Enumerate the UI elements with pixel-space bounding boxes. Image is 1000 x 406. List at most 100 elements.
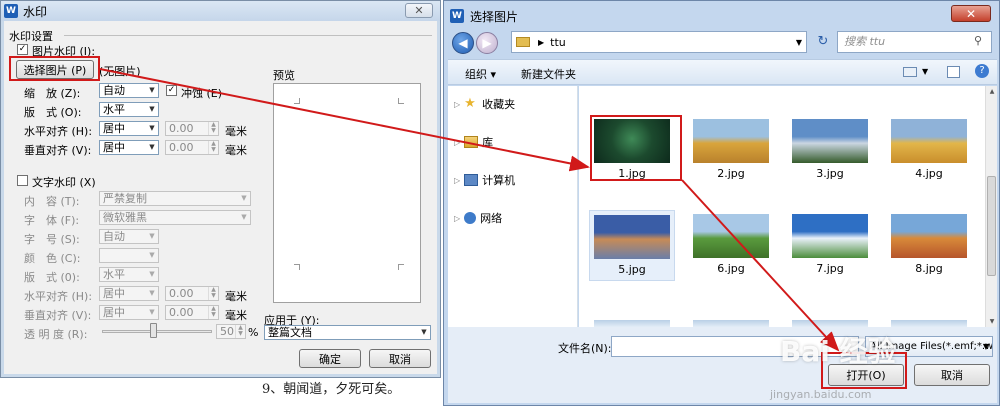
preview-corner-mark [398, 98, 404, 104]
file-item[interactable]: 6.jpg [688, 214, 774, 275]
text-h-align-label: 水平对齐 (H): [24, 290, 93, 303]
picture-watermark-checkbox[interactable]: ✓ [17, 44, 28, 55]
h-offset-spinner[interactable]: 0.00 ▲ ▼ [165, 121, 219, 136]
chevron-down-icon: ▼ [149, 232, 155, 240]
chevron-down-icon: ▼ [149, 143, 155, 151]
file-dialog-close-button[interactable]: ✕ [951, 5, 991, 22]
v-align-select[interactable]: 居中 ▼ [99, 140, 159, 155]
file-name: 3.jpg [816, 167, 844, 180]
image-thumbnail [693, 214, 769, 258]
watermark-close-button[interactable]: ✕ [405, 3, 433, 18]
preview-pane-icon[interactable] [947, 66, 960, 78]
chevron-down-icon: ▼ [149, 124, 155, 132]
computer-icon [464, 174, 479, 186]
scale-select[interactable]: 自动 ▼ [99, 83, 159, 98]
file-thumbnail-partial[interactable] [792, 320, 868, 327]
v-align-label: 垂直对齐 (V): [24, 144, 92, 157]
scrollbar-thumb[interactable] [987, 176, 996, 276]
chevron-down-icon: ▼ [241, 194, 247, 202]
file-list-scrollbar[interactable]: ▲ ▼ [985, 86, 997, 327]
address-dropdown-icon[interactable]: ▼ [796, 38, 802, 47]
expand-arrow-icon[interactable]: ▷ [454, 100, 460, 109]
font-label: 字 体 (F): [24, 214, 80, 227]
content-select[interactable]: 严禁复制 ▼ [99, 191, 251, 206]
transparency-slider-track[interactable] [102, 330, 212, 333]
chevron-down-icon[interactable]: ▼ [922, 67, 928, 76]
ok-button[interactable]: 确定 [299, 349, 361, 368]
spinner-arrows-icon: ▲ ▼ [208, 122, 218, 135]
navigation-pane: ▷ ★ 收藏夹 ▷ 库 ▷ 计算机 ▷ 网络 [448, 86, 578, 327]
file-item[interactable]: 5.jpg [589, 210, 675, 281]
h-offset-unit: 毫米 [225, 125, 247, 138]
chevron-down-icon: ▼ [149, 270, 155, 278]
chevron-down-icon: ▼ [241, 213, 247, 221]
organize-menu[interactable]: 组织 ▾ [465, 66, 496, 82]
refresh-icon[interactable]: ↻ [813, 34, 833, 51]
nav-favorites[interactable]: ▷ ★ 收藏夹 [454, 96, 515, 112]
nav-network[interactable]: ▷ 网络 [454, 210, 502, 226]
h-align-select[interactable]: 居中 ▼ [99, 121, 159, 136]
nav-computer-label: 计算机 [482, 174, 516, 187]
nav-libraries[interactable]: ▷ 库 [454, 134, 493, 150]
transparency-slider-handle[interactable] [150, 323, 157, 338]
layout-label: 版 式 (O): [24, 106, 82, 119]
file-item[interactable]: 2.jpg [688, 119, 774, 180]
size-select[interactable]: 自动 ▼ [99, 229, 159, 244]
file-thumbnail-partial[interactable] [891, 320, 967, 327]
h-align-value: 居中 [103, 122, 125, 135]
apply-to-select[interactable]: 整篇文档 ▼ [264, 325, 431, 340]
layout-select[interactable]: 水平 ▼ [99, 102, 159, 117]
font-select[interactable]: 微软雅黑 ▼ [99, 210, 251, 225]
text-watermark-checkbox[interactable] [17, 175, 28, 186]
scroll-down-icon[interactable]: ▼ [986, 318, 998, 325]
image-thumbnail [792, 119, 868, 163]
washout-checkbox[interactable]: ✓ [166, 85, 177, 96]
color-select[interactable]: ▼ [99, 248, 159, 263]
text-h-align-value: 居中 [103, 287, 125, 300]
expand-arrow-icon[interactable]: ▷ [454, 214, 460, 223]
file-thumbnail-partial[interactable] [594, 320, 670, 327]
search-icon[interactable]: ⚲ [974, 34, 982, 47]
text-layout-select[interactable]: 水平 ▼ [99, 267, 159, 282]
baidu-jingyan-url: jingyan.baidu.com [770, 388, 872, 401]
forward-button[interactable]: ▶ [476, 32, 498, 54]
file-item[interactable]: 8.jpg [886, 214, 972, 275]
new-folder-button[interactable]: 新建文件夹 [521, 66, 576, 82]
file-name: 7.jpg [816, 262, 844, 275]
scroll-up-icon[interactable]: ▲ [986, 88, 998, 95]
file-thumbnail-partial[interactable] [693, 320, 769, 327]
baidu-jingyan-logo: Bai 经验 [780, 335, 896, 368]
file-dialog-toolbar: 组织 ▾ 新建文件夹 ▼ ? [448, 59, 997, 85]
chevron-down-icon: ▼ [982, 342, 989, 351]
v-offset-spinner[interactable]: 0.00 ▲ ▼ [165, 140, 219, 155]
search-input[interactable]: 搜索 ttu [837, 31, 992, 53]
file-item[interactable]: 7.jpg [787, 214, 873, 275]
file-item[interactable]: 3.jpg [787, 119, 873, 180]
image-thumbnail [693, 119, 769, 163]
help-icon[interactable]: ? [975, 64, 989, 78]
nav-computer[interactable]: ▷ 计算机 [454, 172, 515, 188]
address-bar[interactable]: ▶ ttu ▼ [511, 31, 807, 53]
transparency-value: 50 [220, 325, 234, 338]
text-v-align-select[interactable]: 居中 ▼ [99, 305, 159, 320]
chevron-down-icon: ▼ [149, 105, 155, 113]
text-h-align-select[interactable]: 居中 ▼ [99, 286, 159, 301]
image-thumbnail [891, 119, 967, 163]
breadcrumb-ttu[interactable]: ttu [550, 36, 566, 49]
back-button[interactable]: ◀ [452, 32, 474, 54]
text-h-offset-spinner[interactable]: 0.00 ▲ ▼ [165, 286, 219, 301]
view-mode-icon[interactable] [903, 67, 917, 77]
text-v-align-value: 居中 [103, 306, 125, 319]
file-dialog-cancel-button[interactable]: 取消 [914, 364, 990, 386]
text-v-offset-value: 0.00 [169, 306, 194, 319]
cancel-button[interactable]: 取消 [369, 349, 431, 368]
document-text: 9、朝闻道，夕死可矣。 [262, 382, 401, 397]
text-layout-label: 版 式 (0): [24, 271, 80, 284]
expand-arrow-icon[interactable]: ▷ [454, 138, 460, 147]
expand-arrow-icon[interactable]: ▷ [454, 176, 460, 185]
file-item[interactable]: 4.jpg [886, 119, 972, 180]
transparency-spinner[interactable]: 50 ▲ ▼ [216, 324, 246, 339]
text-v-offset-spinner[interactable]: 0.00 ▲ ▼ [165, 305, 219, 320]
watermark-titlebar: W 水印 [1, 1, 440, 21]
preview-panel [273, 83, 421, 303]
